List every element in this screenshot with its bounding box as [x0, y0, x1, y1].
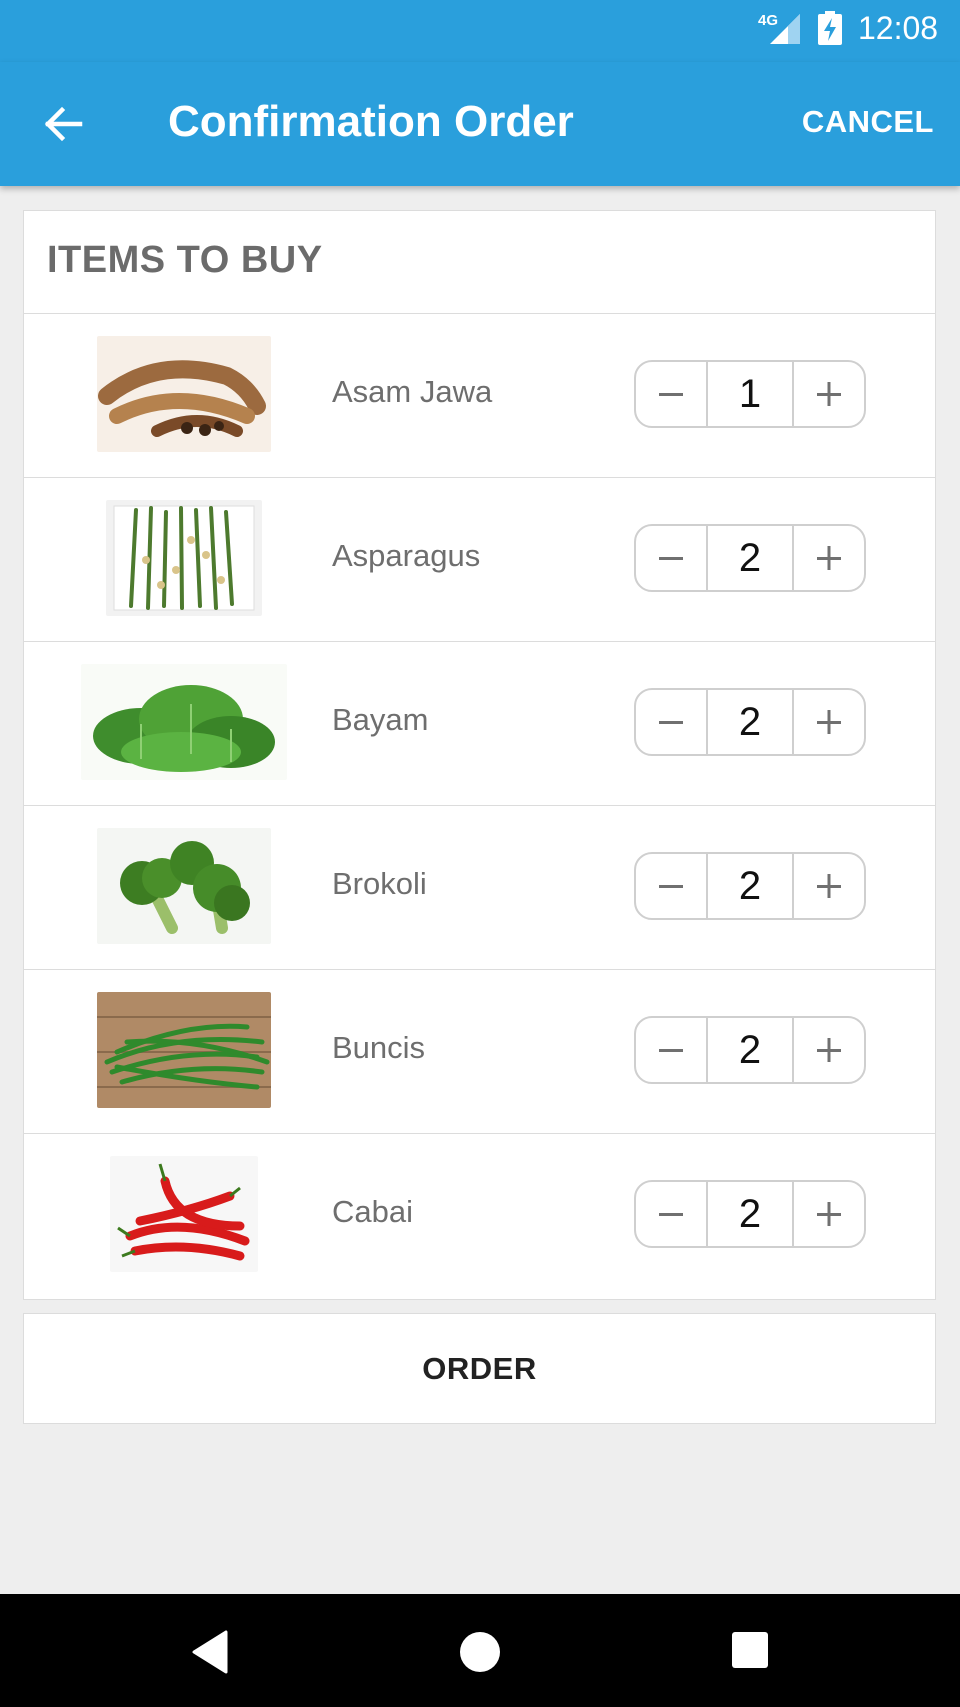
app-bar: Confirmation Order CANCEL	[0, 62, 960, 186]
plus-icon	[817, 874, 841, 898]
plus-icon	[817, 382, 841, 406]
list-item: Brokoli 2	[24, 806, 935, 970]
battery-charging-icon	[818, 11, 842, 45]
page-title: Confirmation Order	[168, 97, 574, 146]
network-type: 4G	[758, 12, 779, 29]
quantity-value[interactable]: 2	[706, 854, 794, 918]
minus-icon	[659, 557, 683, 560]
card-header: ITEMS TO BUY	[24, 211, 935, 314]
item-name: Buncis	[332, 1030, 426, 1065]
plus-icon	[817, 710, 841, 734]
nav-back-icon[interactable]	[190, 1630, 230, 1674]
decrement-button[interactable]	[636, 690, 706, 754]
increment-button[interactable]	[794, 526, 864, 590]
increment-button[interactable]	[794, 1018, 864, 1082]
item-name: Asam Jawa	[332, 374, 493, 409]
quantity-stepper: 2	[634, 1180, 866, 1248]
quantity-value[interactable]: 2	[706, 690, 794, 754]
minus-icon	[659, 393, 683, 396]
status-time: 12:08	[858, 10, 939, 46]
cancel-button[interactable]: CANCEL	[802, 98, 934, 146]
decrement-button[interactable]	[636, 362, 706, 426]
item-image	[110, 1156, 258, 1272]
increment-button[interactable]	[794, 854, 864, 918]
system-nav-bar	[0, 1594, 960, 1707]
quantity-value[interactable]: 2	[706, 1182, 794, 1246]
plus-icon	[817, 546, 841, 570]
item-image	[97, 992, 271, 1108]
increment-button[interactable]	[794, 1182, 864, 1246]
quantity-stepper: 2	[634, 524, 866, 592]
quantity-value[interactable]: 2	[706, 526, 794, 590]
card-title: ITEMS TO BUY	[47, 239, 323, 281]
quantity-stepper: 2	[634, 1016, 866, 1084]
minus-icon	[659, 885, 683, 888]
quantity-stepper: 1	[634, 360, 866, 428]
minus-icon	[659, 1213, 683, 1216]
item-name: Cabai	[332, 1194, 413, 1229]
minus-icon	[659, 721, 683, 724]
quantity-value[interactable]: 1	[706, 362, 794, 426]
nav-recents-icon[interactable]	[732, 1632, 768, 1668]
item-name: Bayam	[332, 702, 429, 737]
back-button[interactable]	[34, 94, 94, 154]
item-name: Brokoli	[332, 866, 427, 901]
list-item: Asam Jawa 1	[24, 314, 935, 478]
items-card: ITEMS TO BUY Asam Jawa 1 Asparagus 2 Bay…	[23, 210, 936, 1300]
arrow-left-icon	[44, 106, 83, 142]
decrement-button[interactable]	[636, 526, 706, 590]
list-item: Asparagus 2	[24, 478, 935, 642]
item-image	[97, 828, 271, 944]
quantity-value[interactable]: 2	[706, 1018, 794, 1082]
status-bar: 4G 12:08	[0, 0, 960, 62]
order-button[interactable]: ORDER	[23, 1313, 936, 1424]
increment-button[interactable]	[794, 362, 864, 426]
minus-icon	[659, 1049, 683, 1052]
item-image	[106, 500, 262, 616]
list-item: Cabai 2	[24, 1134, 935, 1298]
decrement-button[interactable]	[636, 1182, 706, 1246]
list-item: Bayam 2	[24, 642, 935, 806]
item-image	[97, 336, 271, 452]
decrement-button[interactable]	[636, 854, 706, 918]
increment-button[interactable]	[794, 690, 864, 754]
plus-icon	[817, 1038, 841, 1062]
plus-icon	[817, 1202, 841, 1226]
item-name: Asparagus	[332, 538, 481, 573]
nav-home-icon[interactable]	[460, 1632, 500, 1672]
quantity-stepper: 2	[634, 852, 866, 920]
list-item: Buncis 2	[24, 970, 935, 1134]
quantity-stepper: 2	[634, 688, 866, 756]
item-image	[81, 664, 287, 780]
decrement-button[interactable]	[636, 1018, 706, 1082]
